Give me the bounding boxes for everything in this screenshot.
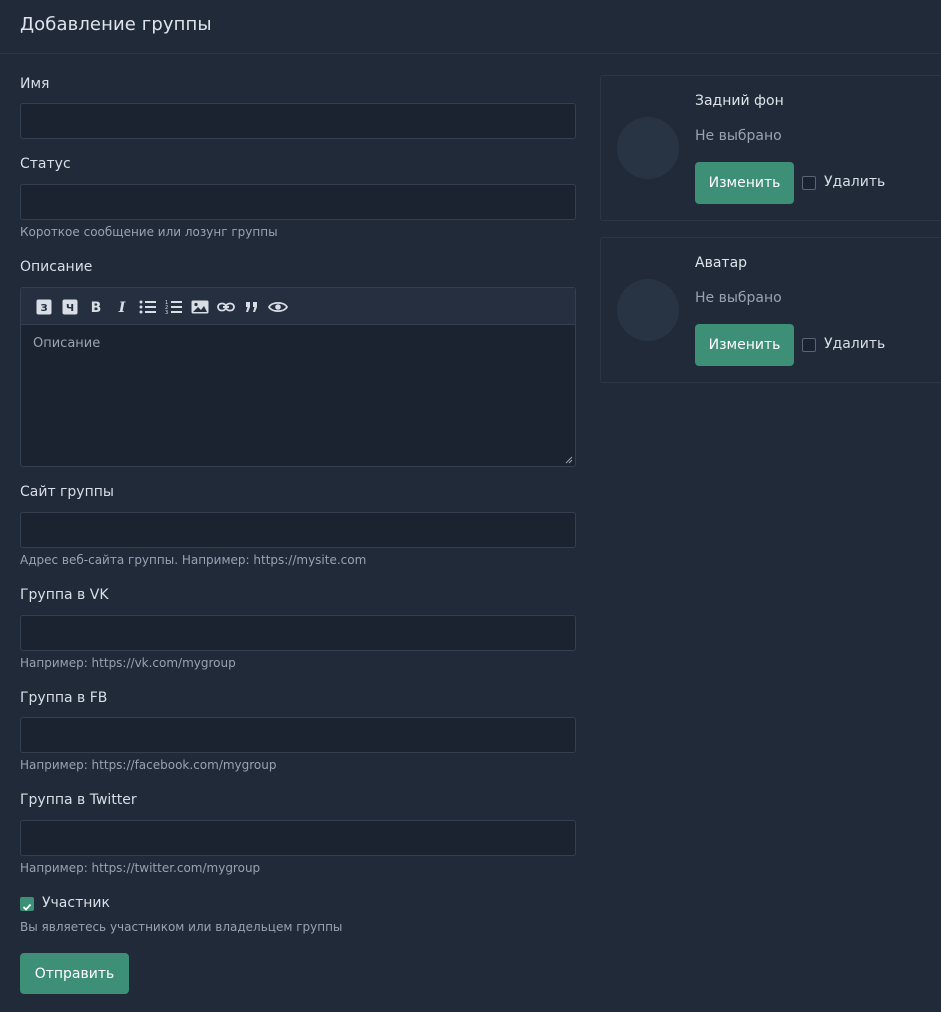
fb-input[interactable] bbox=[20, 717, 576, 753]
page-header: Добавление группы bbox=[0, 0, 941, 54]
site-help: Адрес веб-сайта группы. Например: https:… bbox=[20, 553, 367, 567]
page-title: Добавление группы bbox=[20, 14, 212, 35]
svg-text:I: I bbox=[118, 300, 126, 315]
background-delete-label[interactable]: Удалить bbox=[824, 174, 885, 190]
twitter-label: Группа в Twitter bbox=[20, 792, 137, 808]
avatar-card: Аватар Не выбрано Изменить Удалить bbox=[600, 237, 941, 383]
name-label: Имя bbox=[20, 76, 50, 92]
description-textarea[interactable]: Описание bbox=[21, 326, 575, 466]
description-label: Описание bbox=[20, 259, 93, 275]
twitter-help: Например: https://twitter.com/mygroup bbox=[20, 861, 261, 875]
vk-label: Группа в VK bbox=[20, 587, 109, 603]
background-thumbnail bbox=[617, 117, 679, 179]
svg-text:3: 3 bbox=[165, 310, 168, 315]
italic-icon[interactable]: I bbox=[112, 297, 132, 317]
avatar-delete-label[interactable]: Удалить bbox=[824, 336, 885, 352]
background-card: Задний фон Не выбрано Изменить Удалить bbox=[600, 75, 941, 221]
site-input[interactable] bbox=[20, 512, 576, 548]
background-delete-checkbox[interactable] bbox=[802, 176, 816, 190]
image-icon[interactable] bbox=[190, 297, 210, 317]
svg-text:З: З bbox=[40, 303, 47, 314]
member-label[interactable]: Участник bbox=[42, 895, 110, 911]
avatar-delete-checkbox[interactable] bbox=[802, 338, 816, 352]
bold-icon[interactable]: B bbox=[86, 297, 106, 317]
avatar-change-button[interactable]: Изменить bbox=[695, 324, 794, 366]
unordered-list-icon[interactable] bbox=[138, 297, 158, 317]
resize-grip-icon[interactable] bbox=[565, 456, 573, 464]
status-input[interactable] bbox=[20, 184, 576, 220]
fb-help: Например: https://facebook.com/mygroup bbox=[20, 758, 277, 772]
preview-eye-icon[interactable] bbox=[268, 297, 288, 317]
site-label: Сайт группы bbox=[20, 484, 114, 500]
vk-input[interactable] bbox=[20, 615, 576, 651]
heading-3-icon[interactable]: З bbox=[34, 297, 54, 317]
avatar-title: Аватар bbox=[695, 255, 748, 271]
twitter-input[interactable] bbox=[20, 820, 576, 856]
svg-text:B: B bbox=[91, 300, 102, 315]
status-help: Короткое сообщение или лозунг группы bbox=[20, 225, 278, 239]
background-change-button[interactable]: Изменить bbox=[695, 162, 794, 204]
member-checkbox[interactable] bbox=[20, 897, 34, 911]
heading-4-icon[interactable]: Ч bbox=[60, 297, 80, 317]
avatar-thumbnail bbox=[617, 279, 679, 341]
name-input[interactable] bbox=[20, 103, 576, 139]
editor-toolbar: З Ч B I 123 bbox=[21, 288, 575, 325]
background-title: Задний фон bbox=[695, 93, 784, 109]
link-icon[interactable] bbox=[216, 297, 236, 317]
description-placeholder: Описание bbox=[33, 336, 101, 351]
submit-button[interactable]: Отправить bbox=[20, 953, 129, 994]
avatar-status: Не выбрано bbox=[695, 290, 782, 306]
svg-text:Ч: Ч bbox=[66, 303, 74, 314]
status-label: Статус bbox=[20, 156, 71, 172]
check-icon bbox=[22, 903, 32, 911]
background-status: Не выбрано bbox=[695, 128, 782, 144]
member-help: Вы являетесь участником или владельцем г… bbox=[20, 920, 343, 934]
vk-help: Например: https://vk.com/mygroup bbox=[20, 656, 236, 670]
quote-icon[interactable] bbox=[242, 297, 262, 317]
description-editor: З Ч B I 123 Описание bbox=[20, 287, 576, 467]
fb-label: Группа в FB bbox=[20, 690, 108, 706]
ordered-list-icon[interactable]: 123 bbox=[164, 297, 184, 317]
